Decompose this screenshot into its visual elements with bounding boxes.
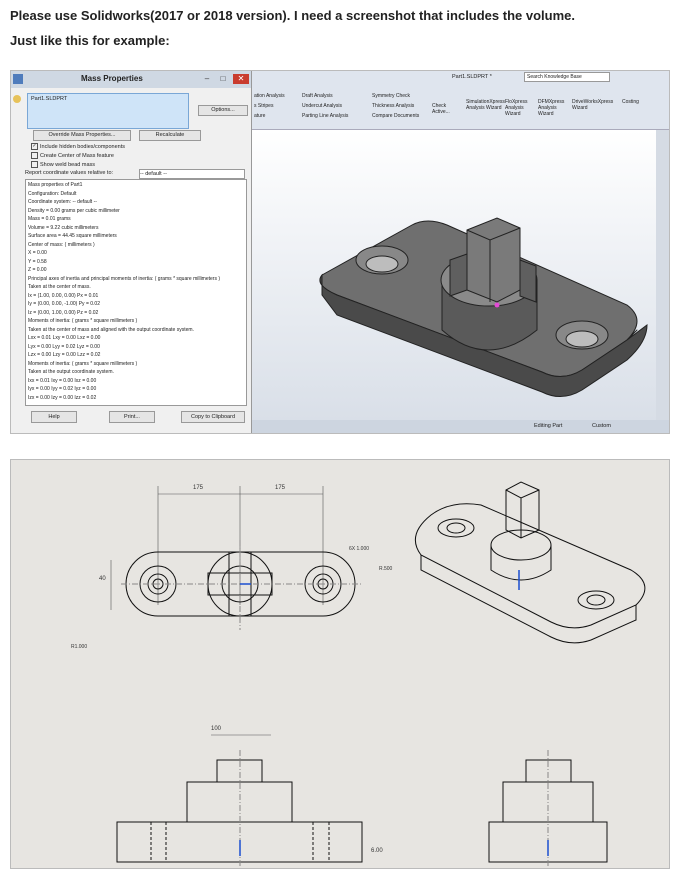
result-line: Moments of inertia: ( grams * square mil… — [28, 360, 138, 367]
result-line: Mass = 0.01 grams — [28, 216, 71, 222]
checkbox-checked-icon: ✓ — [31, 143, 38, 150]
tool-floxpress[interactable]: FloXpress Analysis Wizard — [505, 99, 537, 117]
task-pane-tabs[interactable] — [656, 130, 669, 420]
dimension-5: 6.00 — [371, 848, 383, 854]
tool-curvature[interactable]: ature — [254, 113, 265, 119]
result-line: Iz = (0.00, 1.00, 0.00) Pz = 0.02 — [28, 309, 99, 316]
tool-driveworksxpress[interactable]: DriveWorksXpress Wizard — [572, 99, 616, 111]
result-line: Configuration: Default — [28, 190, 77, 197]
tool-compare-documents[interactable]: Compare Documents — [372, 113, 419, 119]
dialog-title: Mass Properties — [81, 74, 143, 83]
tool-check-active[interactable]: Check Active... — [432, 103, 456, 115]
solidworks-screenshot: Mass Properties – □ ✕ Part1.SLDPRT Optio… — [10, 70, 670, 434]
minimize-button[interactable]: – — [201, 74, 213, 84]
create-center-label: Create Center of Mass feature — [40, 152, 114, 159]
coordinate-system-select[interactable]: -- default -- — [139, 169, 245, 179]
tool-undercut-analysis[interactable]: Undercut Analysis — [302, 103, 342, 109]
mass-properties-dialog: Mass Properties – □ ✕ Part1.SLDPRT Optio… — [11, 71, 252, 433]
status-units[interactable]: Custom — [592, 423, 611, 429]
dialog-titlebar: Mass Properties – □ ✕ — [11, 71, 251, 88]
options-button[interactable]: Options... — [198, 105, 248, 116]
selection-list[interactable]: Part1.SLDPRT — [27, 93, 189, 129]
result-line: Mass properties of Part1 — [28, 182, 83, 188]
recalculate-button[interactable]: Recalculate — [139, 130, 201, 141]
dimension-1: 175 — [193, 485, 204, 491]
checkbox-icon — [31, 161, 38, 168]
help-button[interactable]: Help — [31, 411, 77, 423]
result-line: Taken at the center of mass. — [28, 284, 91, 290]
plan-view — [121, 540, 361, 630]
override-mass-properties-button[interactable]: Override Mass Properties... — [33, 130, 131, 141]
isometric-view — [414, 481, 646, 644]
result-line: Center of mass: ( millimeters ) — [28, 241, 95, 248]
result-line: Moments of inertia: ( grams * square mil… — [28, 318, 138, 324]
result-line: Surface area = 44.45 square millimeters — [28, 233, 117, 239]
search-input[interactable]: Search Knowledge Base — [524, 72, 610, 82]
question-line-1: Please use Solidworks(2017 or 2018 versi… — [10, 8, 575, 23]
result-line: Y = 0.58 — [28, 258, 47, 265]
include-hidden-checkbox[interactable]: ✓ Include hidden bodies/components — [31, 143, 125, 150]
selected-part: Part1.SLDPRT — [31, 96, 68, 102]
results-textbox[interactable]: Mass properties of Part1 Configuration: D… — [25, 179, 247, 406]
report-coordinate-label: Report coordinate values relative to: — [25, 170, 114, 176]
center-of-mass-marker — [494, 302, 500, 308]
result-line: X = 0.00 — [28, 250, 47, 256]
question-line-2: Just like this for example: — [10, 33, 170, 48]
note-b: R.500 — [379, 566, 393, 572]
graphics-viewport[interactable] — [252, 130, 656, 420]
drawing-sheet: 175 175 40 100 6.00 6X 1.000 R.500 R1.00… — [71, 481, 646, 866]
search-placeholder: Search Knowledge Base — [527, 74, 582, 80]
tool-costing[interactable]: Costing — [622, 99, 639, 105]
result-line: Iyx = 0.00 Iyy = 0.02 Iyz = 0.00 — [28, 386, 97, 392]
result-line: Density = 0.00 grams per cubic millimete… — [28, 207, 120, 214]
selection-icon — [13, 95, 21, 103]
dimension-3: 40 — [99, 576, 106, 582]
tool-stripes[interactable]: s Stripes — [254, 103, 273, 109]
maximize-button[interactable]: □ — [217, 74, 229, 84]
result-line: Izx = 0.00 Izy = 0.00 Izz = 0.02 — [28, 394, 97, 401]
tool-parting-line[interactable]: Parting Line Analysis — [302, 113, 348, 119]
tool-dfmxpress[interactable]: DFMXpress Analysis Wizard — [538, 99, 570, 117]
tool-symmetry-check[interactable]: Symmetry Check — [372, 93, 410, 99]
solidworks-main-window: Part1.SLDPRT * Search Knowledge Base ati… — [252, 71, 669, 433]
status-bar: Editing Part Custom — [252, 420, 669, 433]
dimension-4: 100 — [211, 726, 222, 732]
note-a: 6X 1.000 — [349, 546, 369, 552]
result-line: Z = 0.00 — [28, 267, 47, 273]
result-line: Ix = (1.00, 0.00, 0.00) Px = 0.01 — [28, 292, 99, 299]
engineering-drawing-screenshot: 175 175 40 100 6.00 6X 1.000 R.500 R1.00… — [10, 459, 670, 869]
result-line: Taken at the center of mass and aligned … — [28, 326, 194, 333]
command-manager: Part1.SLDPRT * Search Knowledge Base ati… — [252, 71, 669, 130]
coordinate-system-value: -- default -- — [140, 171, 167, 177]
copy-to-clipboard-button[interactable]: Copy to Clipboard — [181, 411, 245, 423]
result-line: Lzx = 0.00 Lzy = 0.00 Lzz = 0.02 — [28, 352, 101, 358]
result-line: Ixx = 0.01 Ixy = 0.00 Ixz = 0.00 — [28, 377, 97, 384]
tool-ation-analysis[interactable]: ation Analysis — [254, 93, 285, 99]
tool-simulationxpress[interactable]: SimulationXpress Analysis Wizard — [466, 99, 505, 111]
result-line: Lxx = 0.01 Lxy = 0.00 Lxz = 0.00 — [28, 335, 101, 341]
document-title: Part1.SLDPRT * — [452, 74, 492, 80]
part-3d-model — [319, 217, 648, 397]
result-line: Principal axes of inertia and principal … — [28, 275, 221, 282]
tool-draft-analysis[interactable]: Draft Analysis — [302, 93, 333, 99]
dimension-2: 175 — [275, 485, 286, 491]
note-c: R1.000 — [71, 644, 87, 650]
include-hidden-label: Include hidden bodies/components — [40, 143, 126, 150]
result-line: Lyx = 0.00 Lyy = 0.02 Lyz = 0.00 — [28, 343, 100, 350]
checkbox-icon — [31, 152, 38, 159]
create-center-checkbox[interactable]: Create Center of Mass feature — [31, 152, 114, 159]
show-weld-label: Show weld bead mass — [40, 161, 96, 168]
show-weld-checkbox[interactable]: Show weld bead mass — [31, 161, 95, 168]
solidworks-logo-icon — [13, 74, 23, 84]
result-line: Taken at the output coordinate system. — [28, 369, 114, 375]
print-button[interactable]: Print... — [109, 411, 155, 423]
status-editing-part: Editing Part — [534, 423, 563, 429]
close-button[interactable]: ✕ — [233, 74, 249, 84]
result-line: Coordinate system: -- default -- — [28, 199, 97, 205]
result-line: Iy = (0.00, 0.00, -1.00) Py = 0.02 — [28, 301, 100, 307]
result-line: Volume = 9.22 cubic millimeters — [28, 224, 99, 231]
tool-thickness-analysis[interactable]: Thickness Analysis — [372, 103, 414, 109]
